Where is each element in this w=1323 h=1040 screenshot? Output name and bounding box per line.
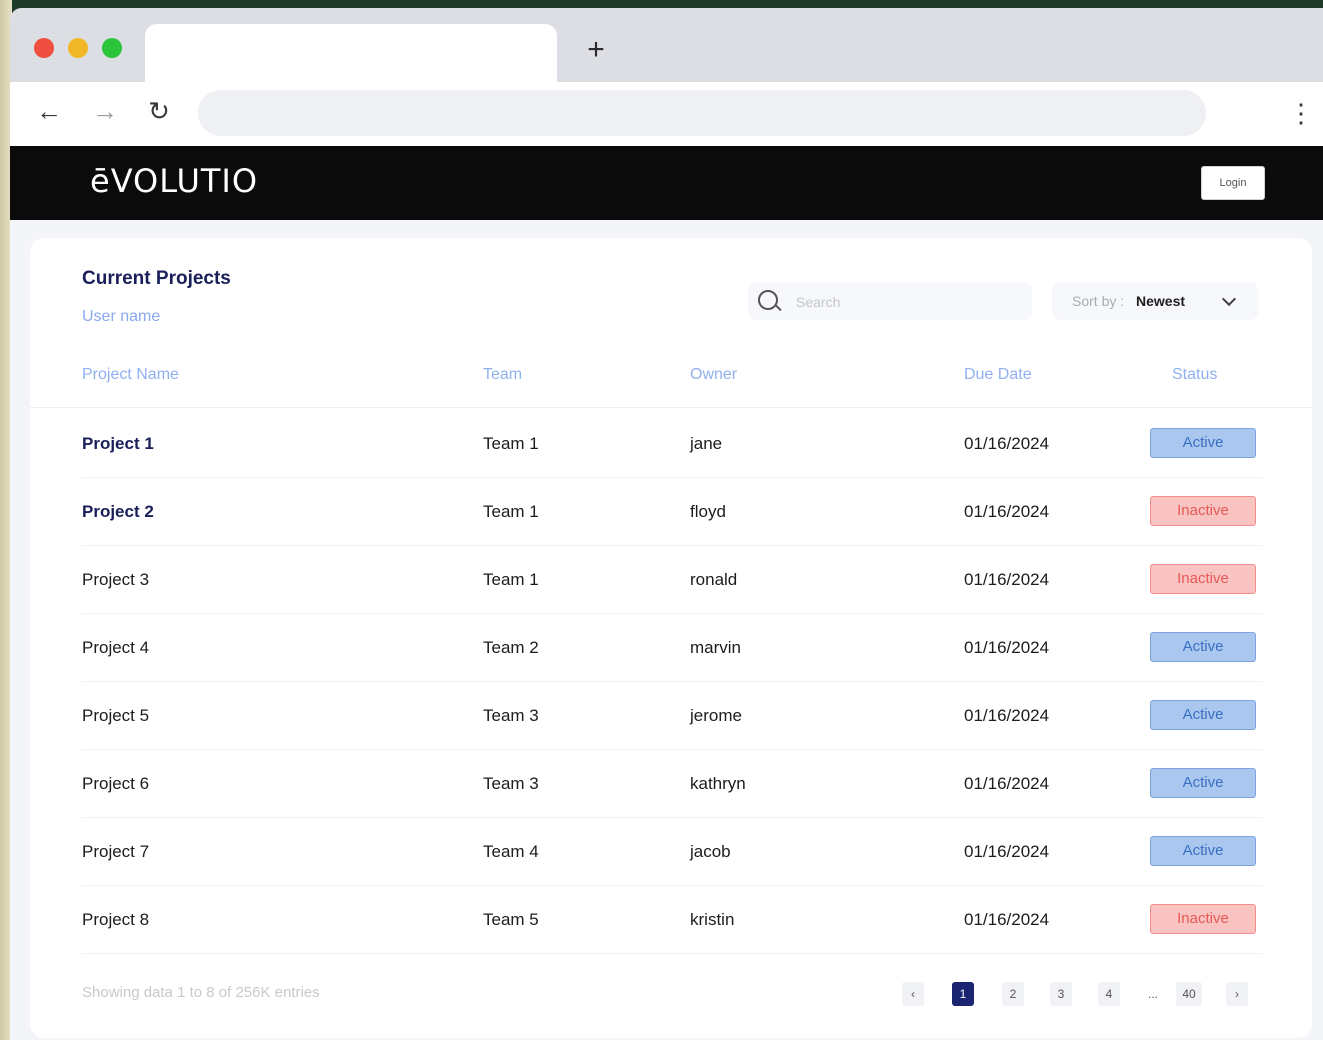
project-name[interactable]: Project 5 bbox=[82, 706, 149, 726]
owner-name: floyd bbox=[690, 502, 726, 521]
team-name: Team 1 bbox=[483, 570, 539, 589]
login-button[interactable]: Login bbox=[1201, 166, 1265, 200]
sort-label: Sort by : bbox=[1072, 293, 1125, 309]
minimize-window-icon[interactable] bbox=[68, 38, 88, 58]
table-row[interactable]: Project 1 Team 1 jane 01/16/2024 Active bbox=[30, 410, 1312, 478]
maximize-window-icon[interactable] bbox=[102, 38, 122, 58]
close-window-icon[interactable] bbox=[34, 38, 54, 58]
due-date: 01/16/2024 bbox=[964, 434, 1050, 453]
status-badge: Inactive bbox=[1150, 904, 1256, 934]
project-name[interactable]: Project 7 bbox=[82, 842, 149, 862]
status-badge: Inactive bbox=[1150, 564, 1256, 594]
table-header: Project Name Team Owner Due Date Status bbox=[30, 366, 1312, 406]
back-arrow-icon[interactable]: ← bbox=[34, 96, 64, 126]
team-name: Team 4 bbox=[483, 842, 539, 861]
team-name: Team 3 bbox=[483, 706, 539, 725]
owner-name: ronald bbox=[690, 570, 738, 589]
browser-tab[interactable] bbox=[145, 24, 557, 86]
reload-icon[interactable]: ↻ bbox=[144, 96, 174, 126]
tab-strip: + bbox=[10, 8, 1323, 86]
team-name: Team 1 bbox=[483, 502, 539, 521]
owner-name: kathryn bbox=[690, 774, 746, 793]
sort-value: Newest bbox=[1136, 293, 1186, 309]
projects-card: Current Projects User name Sort by : New… bbox=[30, 238, 1312, 1038]
project-name[interactable]: Project 8 bbox=[82, 910, 149, 930]
next-page-button[interactable]: › bbox=[1226, 982, 1248, 1006]
header-divider bbox=[30, 407, 1312, 408]
team-name: Team 1 bbox=[483, 434, 539, 453]
search-input[interactable] bbox=[794, 288, 1018, 316]
browser-toolbar: ← → ↻ ⋮ bbox=[10, 82, 1323, 146]
status-badge: Inactive bbox=[1150, 496, 1256, 526]
user-name-label: User name bbox=[82, 308, 161, 325]
sort-dropdown[interactable]: Sort by : Newest bbox=[1052, 282, 1258, 320]
due-date: 01/16/2024 bbox=[964, 570, 1050, 589]
app-header: ēVOLUTIO Login bbox=[10, 146, 1323, 220]
due-date: 01/16/2024 bbox=[964, 842, 1050, 861]
chevron-down-icon bbox=[1221, 291, 1237, 307]
page-button-40[interactable]: 40 bbox=[1176, 982, 1202, 1006]
page-title: Current Projects bbox=[82, 268, 231, 289]
project-name[interactable]: Project 3 bbox=[82, 570, 149, 590]
app-logo[interactable]: ēVOLUTIO bbox=[90, 162, 258, 200]
search-icon bbox=[758, 290, 778, 310]
table-row[interactable]: Project 2 Team 1 floyd 01/16/2024 Inacti… bbox=[30, 478, 1312, 546]
status-badge: Active bbox=[1150, 768, 1256, 798]
prev-page-button[interactable]: ‹ bbox=[902, 982, 924, 1006]
due-date: 01/16/2024 bbox=[964, 638, 1050, 657]
page-button-2[interactable]: 2 bbox=[1002, 982, 1024, 1006]
status-badge: Active bbox=[1150, 632, 1256, 662]
status-badge: Active bbox=[1150, 836, 1256, 866]
column-header-project-name[interactable]: Project Name bbox=[82, 366, 179, 384]
status-badge: Active bbox=[1150, 428, 1256, 458]
page-button-3[interactable]: 3 bbox=[1050, 982, 1072, 1006]
project-name[interactable]: Project 4 bbox=[82, 638, 149, 658]
search-box[interactable] bbox=[748, 282, 1032, 320]
project-name[interactable]: Project 1 bbox=[82, 434, 154, 454]
table-row[interactable]: Project 6 Team 3 kathryn 01/16/2024 Acti… bbox=[30, 750, 1312, 818]
new-tab-icon[interactable]: + bbox=[582, 35, 610, 65]
table-row[interactable]: Project 5 Team 3 jerome 01/16/2024 Activ… bbox=[30, 682, 1312, 750]
column-header-owner[interactable]: Owner bbox=[690, 366, 737, 384]
address-bar[interactable] bbox=[198, 90, 1206, 136]
due-date: 01/16/2024 bbox=[964, 502, 1050, 521]
entries-summary: Showing data 1 to 8 of 256K entries bbox=[82, 984, 320, 1001]
team-name: Team 2 bbox=[483, 638, 539, 657]
team-name: Team 3 bbox=[483, 774, 539, 793]
team-name: Team 5 bbox=[483, 910, 539, 929]
forward-arrow-icon[interactable]: → bbox=[90, 96, 120, 126]
table-row[interactable]: Project 7 Team 4 jacob 01/16/2024 Active bbox=[30, 818, 1312, 886]
browser-window: + ← → ↻ ⋮ ēVOLUTIO Login Current Project… bbox=[10, 8, 1323, 1040]
due-date: 01/16/2024 bbox=[964, 706, 1050, 725]
column-header-status[interactable]: Status bbox=[1172, 366, 1217, 384]
table-row[interactable]: Project 3 Team 1 ronald 01/16/2024 Inact… bbox=[30, 546, 1312, 614]
owner-name: jacob bbox=[690, 842, 731, 861]
column-header-due-date[interactable]: Due Date bbox=[964, 366, 1032, 384]
project-name[interactable]: Project 6 bbox=[82, 774, 149, 794]
browser-menu-icon[interactable]: ⋮ bbox=[1288, 98, 1314, 128]
due-date: 01/16/2024 bbox=[964, 910, 1050, 929]
page-button-1[interactable]: 1 bbox=[952, 982, 974, 1006]
owner-name: jane bbox=[690, 434, 723, 453]
status-badge: Active bbox=[1150, 700, 1256, 730]
project-name[interactable]: Project 2 bbox=[82, 502, 154, 522]
owner-name: jerome bbox=[690, 706, 742, 725]
column-header-team[interactable]: Team bbox=[483, 366, 522, 384]
table-row[interactable]: Project 4 Team 2 marvin 01/16/2024 Activ… bbox=[30, 614, 1312, 682]
page-button-4[interactable]: 4 bbox=[1098, 982, 1120, 1006]
owner-name: kristin bbox=[690, 910, 735, 929]
due-date: 01/16/2024 bbox=[964, 774, 1050, 793]
page-ellipsis: ... bbox=[1147, 987, 1158, 1001]
row-divider bbox=[82, 953, 1262, 954]
table-row[interactable]: Project 8 Team 5 kristin 01/16/2024 Inac… bbox=[30, 886, 1312, 954]
owner-name: marvin bbox=[690, 638, 742, 657]
